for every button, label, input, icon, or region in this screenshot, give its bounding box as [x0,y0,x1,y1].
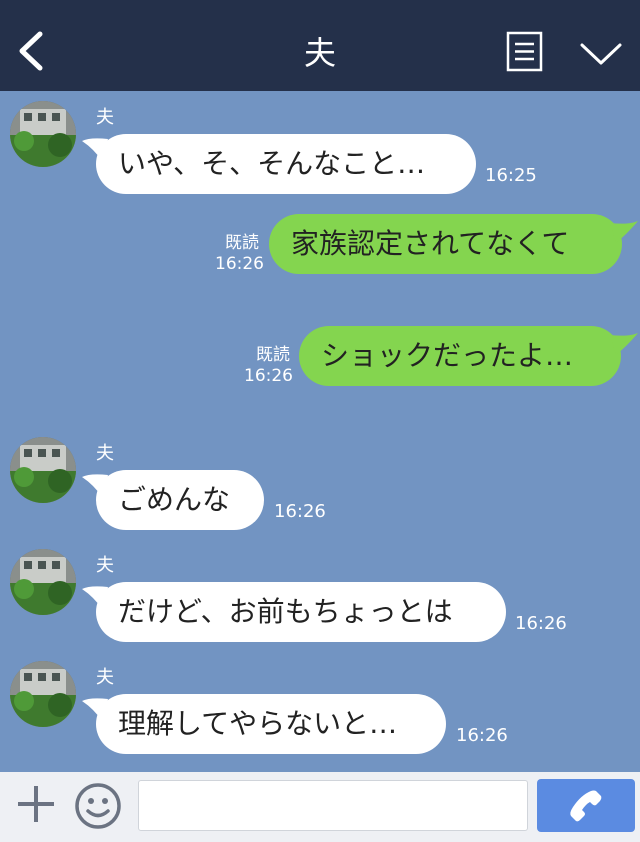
call-button[interactable] [537,779,635,832]
incoming-message[interactable]: ごめんな [96,470,264,530]
message-meta: 既読 16:26 [215,233,264,275]
sender-name: 夫 [96,107,114,128]
incoming-message[interactable]: だけど、お前もちょっとは [96,582,506,642]
outgoing-message[interactable]: 家族認定されてなくて [269,214,622,274]
avatar[interactable] [10,661,76,727]
incoming-message[interactable]: 理解してやらないと… [96,694,446,754]
menu-icon[interactable] [506,31,543,72]
message-time: 16:26 [515,613,567,634]
message-time: 16:26 [244,366,293,386]
incoming-message[interactable]: いや、そ、そんなこと… [96,134,476,194]
chat-area[interactable]: 夫 いや、そ、そんなこと… 16:25 既読 16:26 家族認定されてなくて … [0,91,640,772]
sender-name: 夫 [96,443,114,464]
outgoing-message[interactable]: ショックだったよ… [299,326,621,386]
bubble-tail [610,333,638,355]
message-time: 16:26 [215,254,264,274]
smile-icon[interactable] [74,782,122,830]
message-time: 16:26 [274,501,326,522]
message-meta: 既読 16:26 [244,345,293,387]
chevron-down-icon[interactable] [579,40,623,68]
chat-header: 夫 [0,0,640,91]
plus-icon[interactable] [16,784,56,824]
avatar[interactable] [10,101,76,167]
read-receipt: 既読 [256,345,290,365]
back-icon[interactable] [14,30,48,72]
bubble-tail [610,221,638,243]
message-input[interactable] [138,780,528,831]
avatar[interactable] [10,437,76,503]
sender-name: 夫 [96,667,114,688]
phone-icon [570,790,602,822]
read-receipt: 既読 [225,233,259,253]
sender-name: 夫 [96,555,114,576]
avatar[interactable] [10,549,76,615]
chat-title: 夫 [303,34,336,72]
message-time: 16:26 [456,725,508,746]
message-time: 16:25 [485,165,537,186]
